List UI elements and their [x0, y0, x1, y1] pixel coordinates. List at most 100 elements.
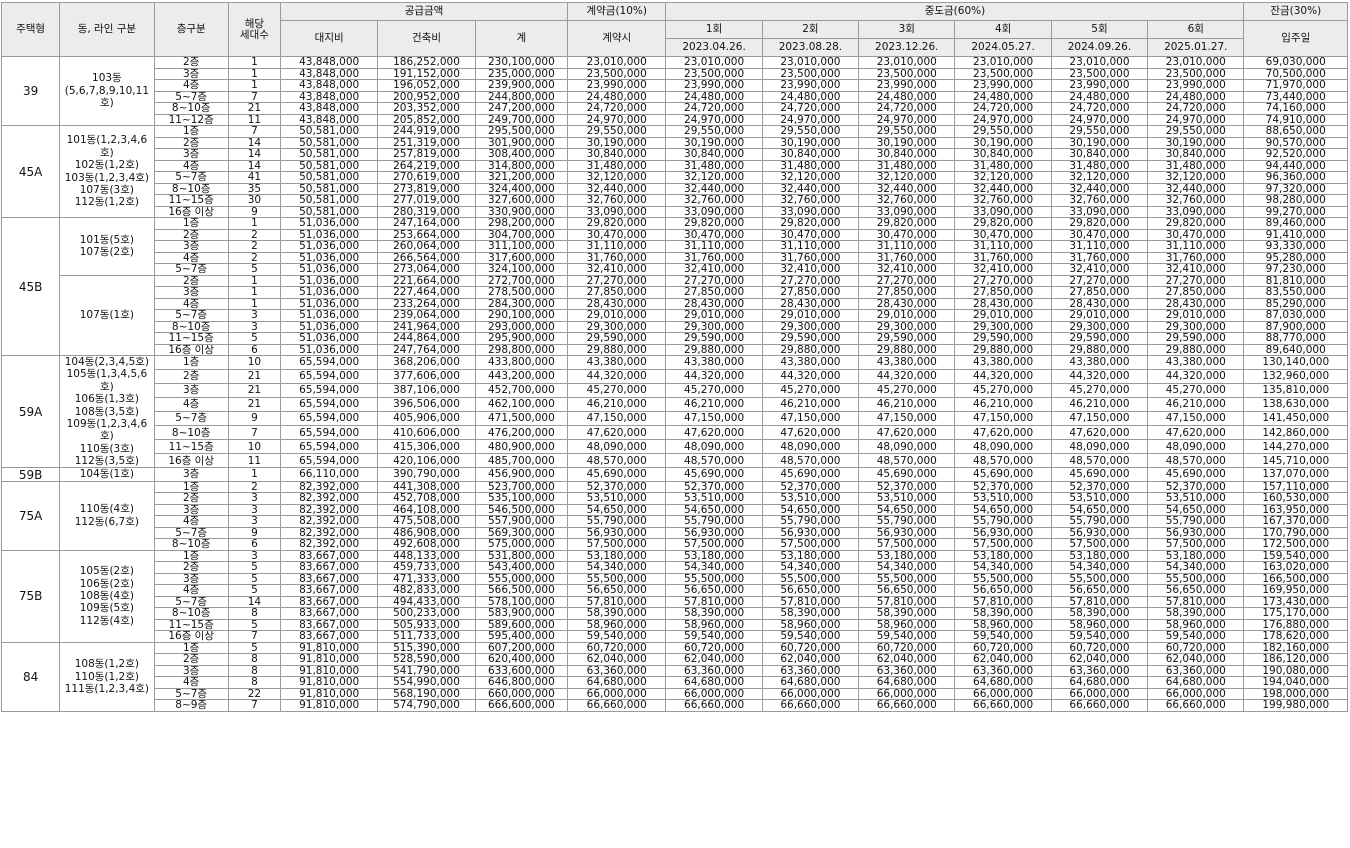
total-cell: 575,000,000: [474, 538, 569, 551]
land-cell: 82,392,000: [279, 515, 379, 528]
land-cell: 50,581,000: [279, 159, 379, 172]
floor-cell: 1층: [153, 641, 229, 655]
installment-4-cell: 33,090,000: [954, 205, 1052, 218]
total-cell: 578,100,000: [474, 595, 569, 609]
installment-6-cell: 56,930,000: [1147, 526, 1245, 540]
installment-5-cell: 62,040,000: [1050, 653, 1149, 666]
installment-3-cell: 53,180,000: [858, 549, 956, 563]
floor-cell: 2층: [153, 136, 229, 149]
header-deposit-sub: 계약시: [567, 20, 667, 57]
table-row: 45B 101동(5호) 107동(2호) 1층 1 51,036,000 247,164,…: [0, 217, 1348, 356]
installment-6-cell: 48,090,000: [1147, 439, 1245, 455]
building-cell: 410,606,000: [377, 425, 476, 441]
installment-3-cell: 28,430,000: [858, 297, 956, 310]
header-inst-5-date: 2024.09.26.: [1050, 38, 1149, 57]
floor-cell: 1층: [153, 480, 229, 494]
installment-2-cell: 32,410,000: [761, 263, 860, 276]
units-cell: 3: [227, 492, 282, 505]
installment-5-cell: 23,990,000: [1050, 79, 1149, 92]
installment-4-cell: 46,210,000: [954, 397, 1052, 413]
line-cell: 101동(1,2,3,4,6호) 102동(1,2호) 103동(1,2,3,4호)…: [59, 125, 155, 218]
building-cell: 253,664,000: [377, 228, 476, 241]
deposit-cell: 52,370,000: [567, 480, 667, 494]
units-cell: 3: [227, 309, 282, 322]
table-row: 5~7층 22 91,810,000 568,190,000 660,000,000 66…: [2, 687, 1348, 701]
installment-3-cell: 52,370,000: [858, 480, 956, 494]
deposit-cell: 66,000,000: [567, 687, 667, 701]
installment-1-cell: 63,360,000: [665, 664, 763, 678]
installment-5-cell: 55,790,000: [1050, 515, 1149, 528]
floor-cell: 5~7층: [153, 90, 229, 103]
installment-6-cell: 62,040,000: [1147, 653, 1245, 666]
header-inst-6: 6회: [1147, 20, 1245, 39]
deposit-cell: 57,500,000: [567, 538, 667, 551]
deposit-cell: 45,270,000: [567, 383, 667, 399]
floor-cell: 4층: [153, 297, 229, 310]
table-row: 3층 2 51,036,000 260,064,000 311,100,000 31,11…: [2, 240, 1348, 253]
total-cell: 557,900,000: [474, 515, 569, 528]
table-row: 16층 이상 11 65,594,000 420,106,000 485,700,000…: [2, 453, 1348, 469]
floor-cell: 16층 이상: [153, 205, 229, 218]
balance-cell: 87,900,000: [1243, 320, 1348, 333]
total-cell: 485,700,000: [474, 453, 569, 469]
installment-6-cell: 47,150,000: [1147, 411, 1245, 427]
units-cell: 8: [227, 676, 282, 689]
building-cell: 203,352,000: [377, 102, 476, 115]
installment-2-cell: 62,040,000: [761, 653, 860, 666]
table-row: 4층 14 50,581,000 264,219,000 314,800,000 31,4…: [2, 159, 1348, 172]
installment-4-cell: 23,990,000: [954, 79, 1052, 92]
table-row: 4층 3 82,392,000 475,508,000 557,900,000 55,79…: [2, 515, 1348, 528]
balance-cell: 137,070,000: [1243, 467, 1348, 482]
balance-cell: 166,500,000: [1243, 572, 1348, 586]
installment-3-cell: 58,390,000: [858, 607, 956, 620]
installment-5-cell: 57,500,000: [1050, 538, 1149, 551]
installment-4-cell: 45,270,000: [954, 383, 1052, 399]
total-cell: 327,600,000: [474, 194, 569, 207]
deposit-cell: 32,440,000: [567, 182, 667, 195]
installment-4-cell: 29,820,000: [954, 217, 1052, 230]
header-inst-1-date: 2023.04.26.: [665, 38, 763, 57]
installment-1-cell: 45,270,000: [665, 383, 763, 399]
installment-6-cell: 48,570,000: [1147, 453, 1245, 469]
total-cell: 298,800,000: [474, 343, 569, 356]
installment-3-cell: 48,570,000: [858, 453, 956, 469]
units-cell: 7: [227, 630, 282, 643]
installment-3-cell: 31,480,000: [858, 159, 956, 172]
table-row: 5~7층 7 43,848,000 200,952,000 244,800,000 24,…: [2, 90, 1348, 103]
installment-3-cell: 30,470,000: [858, 228, 956, 241]
units-cell: 5: [227, 584, 282, 597]
installment-3-cell: 29,010,000: [858, 309, 956, 322]
installment-5-cell: 32,410,000: [1050, 263, 1149, 276]
units-cell: 9: [227, 411, 282, 427]
land-cell: 51,036,000: [279, 320, 379, 333]
deposit-cell: 58,960,000: [567, 618, 667, 632]
installment-3-cell: 29,300,000: [858, 320, 956, 333]
balance-cell: 135,810,000: [1243, 383, 1348, 399]
installment-2-cell: 57,810,000: [761, 595, 860, 609]
units-cell: 1: [227, 286, 282, 299]
deposit-cell: 24,480,000: [567, 90, 667, 103]
installment-6-cell: 23,990,000: [1147, 79, 1245, 92]
installment-1-cell: 30,840,000: [665, 148, 763, 161]
total-cell: 247,200,000: [474, 102, 569, 115]
installment-3-cell: 47,150,000: [858, 411, 956, 427]
total-cell: 660,000,000: [474, 687, 569, 701]
floor-cell: 4층: [153, 159, 229, 172]
installment-3-cell: 55,790,000: [858, 515, 956, 528]
building-cell: 464,108,000: [377, 503, 476, 517]
balance-cell: 70,500,000: [1243, 67, 1348, 80]
installment-2-cell: 66,660,000: [761, 699, 860, 712]
installment-2-cell: 28,430,000: [761, 297, 860, 310]
building-cell: 574,790,000: [377, 699, 476, 712]
building-cell: 492,608,000: [377, 538, 476, 551]
floor-cell: 2층: [153, 653, 229, 666]
table-row: 8~9층 7 91,810,000 574,790,000 666,600,000 66,…: [2, 699, 1348, 712]
floor-cell: 3층: [153, 503, 229, 517]
installment-4-cell: 32,760,000: [954, 194, 1052, 207]
type-cell: 59A: [0, 354, 61, 469]
installment-1-cell: 30,190,000: [665, 136, 763, 149]
units-cell: 1: [227, 297, 282, 310]
installment-1-cell: 56,650,000: [665, 584, 763, 597]
building-cell: 471,333,000: [377, 572, 476, 586]
land-cell: 51,036,000: [279, 309, 379, 322]
